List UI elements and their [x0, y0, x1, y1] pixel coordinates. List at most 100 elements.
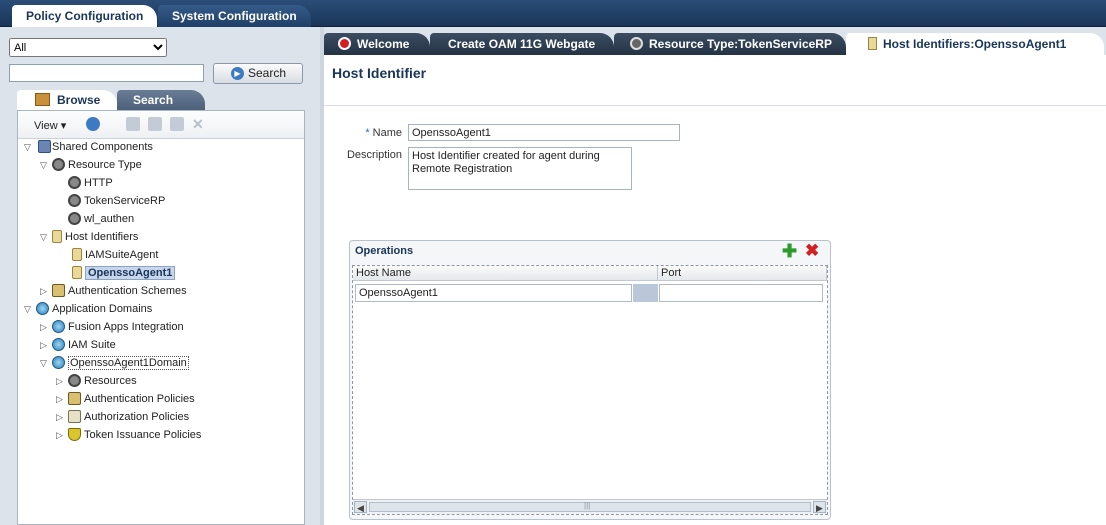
tree-node-resources[interactable]: ▷ Resources: [56, 373, 137, 390]
tree-node-fusion-apps[interactable]: ▷ Fusion Apps Integration: [40, 319, 184, 336]
tree-node-label: OpenssoAgent1Domain: [68, 356, 189, 370]
top-navigation-bar: Policy Configuration System Configuratio…: [0, 0, 1106, 27]
column-header-host-name[interactable]: Host Name: [353, 266, 658, 281]
tree-node-label: HTTP: [84, 177, 113, 189]
tree-node-iam-suite[interactable]: ▷ IAM Suite: [40, 337, 116, 354]
expand-icon[interactable]: ▷: [40, 337, 52, 354]
browse-tree-icon: [35, 93, 50, 106]
tab-resource-type[interactable]: Resource Type:TokenServiceRP: [614, 33, 846, 55]
tab-host-identifiers[interactable]: Host Identifiers:OpenssoAgent1: [846, 33, 1104, 55]
tree-node-label: TokenServiceRP: [84, 195, 166, 207]
horizontal-scrollbar[interactable]: ◀ ||| ▶: [353, 499, 827, 514]
operations-panel: Operations ✚ ✖ Host Name Port OpenssoAge…: [349, 240, 831, 520]
grid-icon: [38, 139, 51, 153]
tree-node-host-identifiers[interactable]: ▽ Host Identifiers: [40, 229, 138, 246]
name-field[interactable]: OpenssoAgent1: [408, 124, 680, 141]
required-marker: *: [365, 127, 370, 139]
gear-icon: [630, 37, 643, 51]
authentication-scheme-icon: [52, 283, 65, 297]
tree-toolbar: View ▾ ✕: [18, 111, 304, 139]
host-icon: [72, 265, 82, 279]
tree-node-opensso-agent1[interactable]: OpenssoAgent1: [72, 265, 176, 282]
expand-icon[interactable]: ▷: [56, 427, 68, 444]
collapse-icon[interactable]: ▽: [40, 355, 52, 372]
gear-icon: [68, 211, 81, 225]
collapse-icon[interactable]: ▽: [24, 139, 36, 156]
tab-create-webgate-label: Create OAM 11G Webgate: [448, 37, 596, 51]
tab-browse[interactable]: Browse: [17, 90, 117, 110]
open-icon[interactable]: [170, 117, 184, 131]
expand-icon[interactable]: ▷: [56, 391, 68, 408]
delete-icon[interactable]: ✕: [192, 117, 206, 131]
host-icon: [72, 247, 82, 261]
scope-select[interactable]: All: [9, 38, 167, 57]
tab-policy-configuration[interactable]: Policy Configuration: [12, 5, 158, 27]
duplicate-icon[interactable]: [148, 117, 162, 131]
title-divider: [324, 105, 1106, 106]
expand-icon[interactable]: ▷: [56, 409, 68, 426]
tree-node-iamsuiteagent[interactable]: IAMSuiteAgent: [72, 247, 158, 264]
tree-node-label: Resources: [84, 375, 137, 387]
gear-icon: [52, 157, 65, 171]
tree-node-label: Authentication Schemes: [68, 285, 187, 297]
tree-node-label: Shared Components: [52, 141, 153, 153]
scroll-right-icon[interactable]: ▶: [813, 501, 826, 513]
tree-node-http[interactable]: HTTP: [68, 175, 113, 192]
scroll-left-icon[interactable]: ◀: [354, 501, 367, 513]
tab-host-identifiers-label: Host Identifiers:OpenssoAgent1: [883, 37, 1067, 51]
selected-row-highlight: [633, 284, 658, 302]
name-label-text: Name: [372, 127, 402, 139]
authorization-policy-icon: [68, 409, 81, 423]
tab-welcome[interactable]: Welcome: [324, 33, 430, 55]
host-icon: [52, 229, 62, 243]
tab-system-configuration[interactable]: System Configuration: [158, 5, 311, 27]
tree-node-label: wl_authen: [84, 213, 135, 225]
search-button-label: Search: [248, 66, 287, 80]
search-input[interactable]: [9, 64, 204, 82]
left-navigation-pane: All ▶ Search Browse Search View ▾ ✕ ▽ Sha…: [0, 27, 320, 525]
expand-icon[interactable]: ▷: [40, 319, 52, 336]
delete-icon[interactable]: ✖: [805, 241, 819, 261]
new-icon[interactable]: [126, 117, 140, 131]
tree-node-application-domains[interactable]: ▽ Application Domains: [24, 301, 152, 318]
tree-node-authorization-policies[interactable]: ▷ Authorization Policies: [56, 409, 189, 426]
tree-node-label: OpenssoAgent1: [85, 266, 176, 280]
search-button[interactable]: ▶ Search: [213, 63, 303, 84]
expand-icon[interactable]: ▷: [40, 283, 52, 300]
tree-node-tokenservicerp[interactable]: TokenServiceRP: [68, 193, 165, 210]
collapse-icon[interactable]: ▽: [24, 301, 36, 318]
add-icon[interactable]: ✚: [782, 241, 797, 262]
tree-node-authentication-policies[interactable]: ▷ Authentication Policies: [56, 391, 195, 408]
description-field[interactable]: Host Identifier created for agent during…: [408, 147, 632, 190]
tree-node-shared-components[interactable]: ▽ Shared Components: [24, 139, 153, 156]
tab-search[interactable]: Search: [117, 90, 205, 110]
tree-node-opensso-domain[interactable]: ▽ OpenssoAgent1Domain: [40, 355, 189, 372]
collapse-icon[interactable]: ▽: [40, 229, 52, 246]
oracle-icon: [338, 37, 351, 51]
tab-create-webgate[interactable]: Create OAM 11G Webgate: [430, 33, 614, 55]
view-menu[interactable]: View ▾: [34, 119, 66, 132]
tree-node-wl-authen[interactable]: wl_authen: [68, 211, 134, 228]
tree-node-label: Authorization Policies: [84, 411, 190, 423]
tree-node-resource-type[interactable]: ▽ Resource Type: [40, 157, 142, 174]
tree-node-label: Host Identifiers: [65, 231, 139, 243]
globe-icon: [52, 319, 65, 333]
tab-browse-label: Browse: [57, 93, 101, 107]
tree-node-label: IAMSuiteAgent: [85, 249, 159, 261]
operations-title: Operations: [355, 245, 414, 257]
port-cell[interactable]: [659, 284, 823, 302]
collapse-icon[interactable]: ▽: [40, 157, 52, 174]
expand-icon[interactable]: ▷: [56, 373, 68, 390]
gear-icon: [68, 373, 81, 387]
host-name-cell[interactable]: OpenssoAgent1: [355, 284, 632, 302]
globe-icon: [52, 337, 65, 351]
column-header-port[interactable]: Port: [658, 266, 827, 281]
tree-node-token-issuance-policies[interactable]: ▷ Token Issuance Policies: [56, 427, 201, 444]
gear-icon: [68, 193, 81, 207]
refresh-icon[interactable]: [86, 117, 100, 131]
scroll-thumb[interactable]: |||: [369, 501, 811, 512]
tree-node-authentication-schemes[interactable]: ▷ Authentication Schemes: [40, 283, 187, 300]
page-title: Host Identifier: [332, 65, 427, 81]
shield-icon: [68, 427, 81, 441]
tree-node-label: IAM Suite: [68, 339, 116, 351]
